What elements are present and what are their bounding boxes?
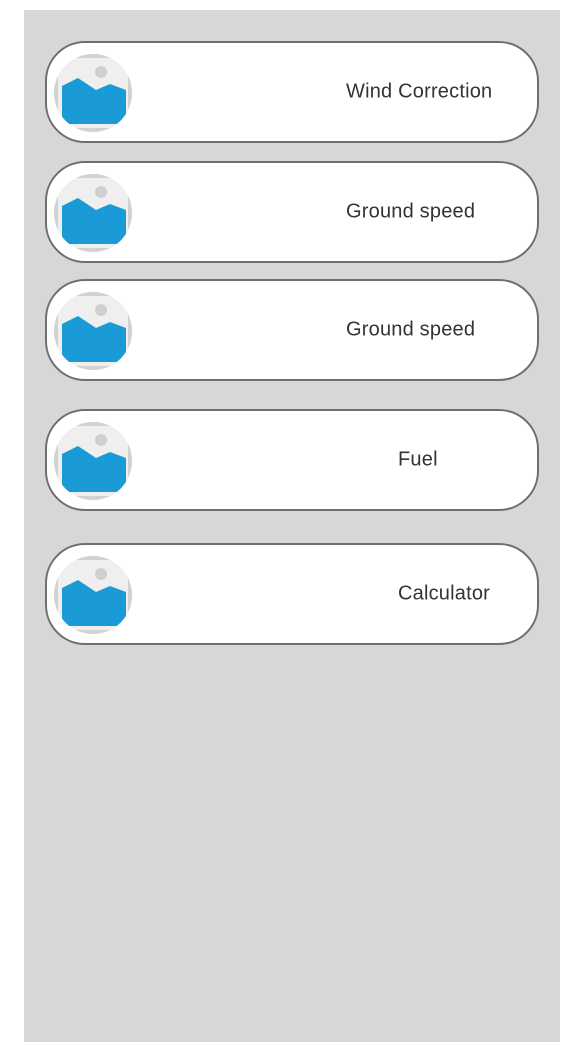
- menu-item-label: Fuel: [398, 448, 438, 471]
- image-placeholder-icon: [54, 422, 132, 500]
- menu-item-label: Wind Correction: [346, 80, 493, 103]
- menu-item-wind-correction[interactable]: Wind Correction: [45, 41, 539, 143]
- menu-item-fuel[interactable]: Fuel: [45, 409, 539, 511]
- menu-item-label: Ground speed: [346, 318, 476, 341]
- menu-item-label: Ground speed: [346, 200, 476, 223]
- image-placeholder-icon: [54, 54, 132, 132]
- menu-item-ground-speed-2[interactable]: Ground speed: [45, 279, 539, 381]
- image-placeholder-icon: [54, 556, 132, 634]
- image-placeholder-icon: [54, 292, 132, 370]
- menu-item-calculator[interactable]: Calculator: [45, 543, 539, 645]
- menu-item-label: Calculator: [398, 582, 491, 605]
- menu-item-ground-speed[interactable]: Ground speed: [45, 161, 539, 263]
- image-placeholder-icon: [54, 174, 132, 252]
